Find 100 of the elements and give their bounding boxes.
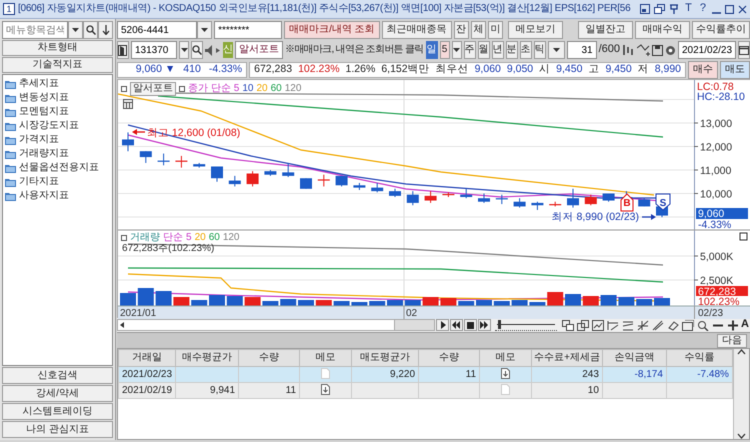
sidebar-button[interactable]: 신호검색 — [2, 367, 113, 384]
column-header[interactable]: 메모 — [480, 350, 532, 366]
table-icon[interactable] — [123, 99, 133, 109]
left-arrow-icon[interactable] — [118, 321, 126, 329]
next-button[interactable]: 다음 — [717, 334, 747, 348]
window-icon[interactable] — [682, 320, 694, 330]
scrollbar[interactable] — [733, 349, 749, 439]
trend-line-icon[interactable] — [637, 320, 649, 330]
save-icon[interactable] — [652, 44, 663, 56]
windows-icon[interactable] — [654, 4, 666, 14]
date-field[interactable]: 2021/02/23 — [678, 41, 736, 59]
column-header[interactable]: 매도평균가 — [352, 350, 419, 366]
tree-item[interactable]: 사용자지표 — [19, 189, 69, 203]
column-header[interactable]: 수량 — [418, 350, 480, 366]
sidebar-button[interactable]: 강세/약세 — [2, 385, 113, 402]
name-field[interactable]: 알서포트 — [235, 41, 284, 59]
slider-thumb[interactable] — [498, 320, 501, 329]
toggle-icon[interactable] — [121, 86, 127, 92]
search-button[interactable] — [191, 41, 204, 59]
exit-button[interactable] — [117, 41, 129, 59]
dropdown-button[interactable] — [179, 41, 190, 59]
tree-item[interactable]: 추세지표 — [19, 77, 59, 91]
column-header[interactable]: 거래일 — [118, 350, 176, 366]
dropdown-button[interactable] — [68, 21, 83, 39]
section-button[interactable]: 차트형태 — [2, 40, 113, 56]
font-button[interactable]: A — [741, 318, 749, 332]
forward-button[interactable] — [478, 319, 491, 331]
count-field[interactable]: 31 — [566, 41, 597, 59]
column-header[interactable]: 수량 — [238, 350, 300, 366]
toggle-icon[interactable] — [121, 235, 127, 241]
add-line-icon[interactable] — [636, 44, 650, 56]
tree-item[interactable]: 시장강도지표 — [19, 119, 79, 133]
period-tab[interactable]: 초 — [520, 41, 532, 59]
chart-icon[interactable] — [592, 320, 604, 330]
tree-item[interactable]: 기타지표 — [19, 175, 59, 189]
trend-line-icon[interactable] — [607, 320, 619, 330]
tool-button[interactable]: ? — [698, 2, 708, 16]
pane-close-icon[interactable] — [740, 232, 748, 240]
toolbar-button[interactable]: 잔 — [454, 21, 469, 39]
windows-icon[interactable] — [562, 320, 574, 330]
add-indicator-icon[interactable] — [622, 44, 635, 56]
account-field[interactable]: 5206-4441 — [117, 21, 197, 39]
dropdown-button[interactable] — [548, 41, 565, 59]
search-icon[interactable] — [697, 320, 709, 330]
sidebar-button[interactable]: 나의 관심지표 — [2, 421, 113, 438]
settings-icon[interactable] — [664, 44, 676, 56]
table-row[interactable]: 2021/02/23 9,220 11 243 -8,174 -7.48% — [118, 366, 732, 382]
toolbar-button[interactable]: 미 — [488, 21, 503, 39]
code-field[interactable]: 131370 — [131, 41, 177, 59]
dropdown-button[interactable] — [197, 21, 212, 39]
search-button[interactable] — [83, 21, 98, 39]
column-header[interactable]: 매수평균가 — [176, 350, 239, 366]
toolbar-button[interactable]: 매매마크/내역 조회 — [284, 21, 380, 39]
toolbar-button[interactable]: 메모보기 — [508, 21, 563, 39]
table-row[interactable]: 2021/02/19 9,941 11 10 — [118, 382, 732, 398]
tree-item[interactable]: 거래량지표 — [19, 147, 69, 161]
period-tab[interactable]: 일 — [426, 41, 438, 59]
trend-line-icon[interactable] — [622, 320, 634, 330]
trade-button[interactable]: 매도 — [720, 60, 750, 78]
stop-button[interactable] — [464, 319, 477, 331]
column-header[interactable]: 손익금액 — [602, 350, 666, 366]
pencil-icon[interactable] — [652, 320, 664, 330]
maximize-icon[interactable] — [725, 4, 734, 14]
password-field[interactable]: ******** — [214, 21, 282, 39]
scroll-thumb[interactable] — [394, 320, 434, 330]
toolbar-button[interactable]: 일별잔고 — [578, 21, 634, 39]
period-tab[interactable]: 주 — [464, 41, 476, 59]
toolbar-button[interactable]: 최근매매종목 — [382, 21, 452, 39]
tree-item[interactable]: 모멘텀지표 — [19, 105, 69, 119]
column-header[interactable]: 메모 — [300, 350, 352, 366]
download-button[interactable] — [98, 21, 113, 39]
toolbar-button[interactable]: 수익률추이 — [692, 21, 750, 39]
dropdown-button[interactable] — [452, 41, 462, 59]
scrollbar[interactable] — [117, 319, 435, 331]
period-tab[interactable]: 월 — [478, 41, 490, 59]
play-button[interactable] — [436, 319, 449, 331]
section-button[interactable]: 기술적지표 — [2, 57, 113, 73]
toolbar-button[interactable]: 체 — [470, 21, 486, 39]
zoom-slider[interactable] — [495, 319, 557, 331]
column-header[interactable]: 수수료+제세금 — [532, 350, 602, 366]
close-icon[interactable] — [738, 4, 747, 14]
tool-button[interactable]: T — [683, 2, 694, 16]
windows-icon[interactable] — [577, 320, 589, 330]
trade-button[interactable]: 매수 — [688, 60, 718, 78]
toggle-icon[interactable] — [179, 86, 185, 92]
interval-field[interactable]: 5 — [440, 41, 450, 59]
tree-item[interactable]: 가격지표 — [19, 133, 59, 147]
window-icon[interactable] — [640, 4, 650, 14]
period-tab[interactable]: 년 — [492, 41, 504, 59]
toolbar-button[interactable]: 매매수익 — [635, 21, 690, 39]
period-tab[interactable]: 틱 — [534, 41, 546, 59]
eraser-icon[interactable] — [667, 320, 679, 330]
zoom-in-icon[interactable] — [727, 320, 739, 330]
column-header[interactable]: 수익률 — [666, 350, 732, 366]
sidebar-button[interactable]: 시스템트레이딩 — [2, 403, 113, 420]
rewind-button[interactable] — [450, 319, 463, 331]
calendar-button[interactable] — [738, 41, 750, 59]
pin-icon[interactable] — [669, 4, 680, 14]
period-tab[interactable]: 분 — [506, 41, 518, 59]
tree-item[interactable]: 선물옵션전용지표 — [19, 161, 99, 175]
